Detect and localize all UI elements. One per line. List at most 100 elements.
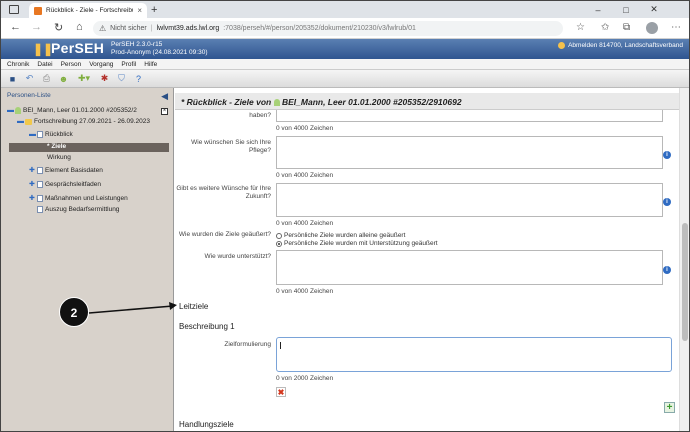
menu-chronik[interactable]: Chronik <box>7 61 29 68</box>
more-icon[interactable]: ⋯ <box>671 22 681 33</box>
profile-icon[interactable] <box>646 22 658 34</box>
radio-unterstuetzung[interactable]: Persönliche Ziele wurden mit Unterstützu… <box>276 240 438 247</box>
tree-rueckblick[interactable]: ▬ Rückblick <box>29 131 73 138</box>
document-icon <box>37 180 43 188</box>
back-icon[interactable]: ← <box>10 21 21 33</box>
tools-icon[interactable]: ✱ <box>99 73 110 84</box>
new-tab-button[interactable]: + <box>151 4 157 16</box>
tree-fortschreibung[interactable]: ▬ Fortschreibung 27.09.2021 - 26.09.2023 <box>17 118 150 125</box>
collapse-icon[interactable]: ▬ <box>29 131 36 138</box>
scrollbar-thumb[interactable] <box>682 223 688 341</box>
close-person-icon[interactable]: × <box>161 108 168 115</box>
tree-massnahmen[interactable]: ✚ Maßnahmen und Leistungen <box>29 194 128 202</box>
add-dropdown-icon[interactable]: ✚▾ <box>75 73 93 84</box>
collections-icon[interactable]: ⧉ <box>623 22 630 33</box>
save-icon[interactable]: ■ <box>7 73 18 84</box>
star-icon[interactable]: ☆ <box>576 22 585 33</box>
version-line1: PerSEH 2.3.0-r15 <box>111 41 163 48</box>
add-icon[interactable]: + <box>664 402 675 413</box>
filter-icon[interactable]: ⛉ <box>116 73 127 84</box>
warning-icon: ⚠ <box>99 24 107 33</box>
radio-label: Persönliche Ziele wurden mit Unterstützu… <box>284 240 438 247</box>
annotation-badge: 2 <box>59 297 89 327</box>
reload-icon[interactable]: ↻ <box>54 21 63 34</box>
sidebar: Personen-Liste ◀ ▬ BEI_Mann, Leer 01.01.… <box>1 88 174 431</box>
scrollbar[interactable] <box>679 88 689 431</box>
logout-text: Abmelden 814700, Landschaftsverband <box>568 42 683 49</box>
minimize-button[interactable]: – <box>585 1 611 18</box>
version-info: PerSEH 2.3.0-r15 Prod-Anonym (24.08.2021… <box>111 41 207 57</box>
menu-hilfe[interactable]: Hilfe <box>144 61 157 68</box>
expand-icon[interactable]: ✚ <box>29 194 35 202</box>
collapse-icon[interactable]: ▬ <box>7 107 14 114</box>
tab-actions-icon[interactable] <box>9 5 19 14</box>
textarea-pflege[interactable] <box>276 136 663 169</box>
char-counter: 0 von 4000 Zeichen <box>276 288 334 295</box>
tree-label: Maßnahmen und Leistungen <box>45 194 128 202</box>
tree-wirkung[interactable]: Wirkung <box>47 154 71 161</box>
logout-link[interactable]: Abmelden 814700, Landschaftsverband <box>558 42 683 49</box>
close-button[interactable]: ✕ <box>641 1 667 18</box>
maximize-button[interactable]: □ <box>613 1 639 18</box>
info-icon[interactable]: i <box>663 266 671 274</box>
char-counter: 0 von 4000 Zeichen <box>276 220 334 227</box>
radio-dot-selected[interactable] <box>276 240 282 247</box>
address-bar-row: ← → ↻ ⌂ ⚠ Nicht sicher | lwlvmt39.ads.lw… <box>1 18 689 39</box>
tree-ziele[interactable]: * Ziele <box>47 143 66 150</box>
radio-label: Persönliche Ziele wurden alleine geäußer… <box>284 232 406 239</box>
sidebar-header: Personen-Liste ◀ <box>1 91 173 102</box>
menu-datei[interactable]: Datei <box>37 61 52 68</box>
person-icon <box>273 99 280 106</box>
home-icon[interactable]: ⌂ <box>76 21 83 33</box>
url-path: :7038/perseh/#/person/205352/dokument/21… <box>223 25 416 32</box>
help-icon[interactable]: ? <box>133 73 144 84</box>
person-icon[interactable]: ☻ <box>58 73 69 84</box>
beschreibung-heading: Beschreibung 1 <box>179 322 235 331</box>
selected-row-highlight <box>9 143 169 152</box>
favorites-icon[interactable]: ✩ <box>601 22 609 33</box>
menu-person[interactable]: Person <box>61 61 82 68</box>
tab-close-icon[interactable]: × <box>137 6 142 15</box>
undo-icon[interactable]: ↶ <box>24 73 35 84</box>
tree-person[interactable]: ▬ BEI_Mann, Leer 01.01.2000 #205352/2 <box>7 107 137 114</box>
version-line2: Prod-Anonym (24.08.2021 09:30) <box>111 49 208 56</box>
tree-gespraechsleitfaden[interactable]: ✚ Gesprächsleitfaden <box>29 180 101 188</box>
page-title-person: BEI_Mann, Leer 01.01.2000 #205352/291069… <box>281 97 462 107</box>
collapse-icon[interactable]: ▬ <box>17 118 24 125</box>
field-label: haben? <box>249 112 271 119</box>
textarea-unterstuetzt[interactable] <box>276 250 663 285</box>
url-host: lwlvmt39.ads.lwl.org <box>156 25 220 32</box>
tree-label: Wirkung <box>47 154 71 161</box>
folder-icon <box>25 118 32 125</box>
expand-icon[interactable]: ✚ <box>29 180 35 188</box>
menu-vorgang[interactable]: Vorgang <box>89 61 113 68</box>
favicon-icon <box>34 6 42 15</box>
forward-icon[interactable]: → <box>31 21 42 33</box>
field-label: Zielformulierung <box>224 341 271 348</box>
document-icon <box>37 194 43 202</box>
field-label: Gibt es weitere Wünsche für Ihre Zukunft… <box>176 185 271 200</box>
print-icon[interactable]: ⎙ <box>41 73 52 84</box>
collapse-icon[interactable]: ◀ <box>161 91 168 102</box>
delete-icon[interactable]: ✖ <box>276 387 286 397</box>
info-icon[interactable]: i <box>663 151 671 159</box>
field-label: Wie wurde unterstützt? <box>204 253 271 260</box>
radio-dot[interactable] <box>276 232 282 239</box>
info-icon[interactable]: i <box>663 198 671 206</box>
radio-alleine[interactable]: Persönliche Ziele wurden alleine geäußer… <box>276 232 405 239</box>
app-logo: PerSEH <box>51 40 105 56</box>
textarea-field-0[interactable] <box>276 110 663 122</box>
expand-icon[interactable]: ✚ <box>29 166 35 174</box>
url-input[interactable]: ⚠ Nicht sicher | lwlvmt39.ads.lwl.org:70… <box>93 21 563 36</box>
browser-tab-bar: Rückblick - Ziele - Fortschreibung × + –… <box>1 1 689 18</box>
tree-bedarfsermittlung[interactable]: Auszug Bedarfsermittlung <box>37 206 119 213</box>
zielformulierung-input[interactable] <box>276 337 672 372</box>
toolbar: ■ ↶ ⎙ ☻ ✚▾ ✱ ⛉ ? <box>1 70 689 88</box>
browser-tab[interactable]: Rückblick - Ziele - Fortschreibung × <box>29 3 147 18</box>
section-handlungsziele: Handlungsziele <box>179 420 234 429</box>
menu-profil[interactable]: Profil <box>121 61 136 68</box>
page-title-text: * Rückblick - Ziele von <box>181 97 272 107</box>
main-content: * Rückblick - Ziele von BEI_Mann, Leer 0… <box>175 88 679 431</box>
textarea-wuensche[interactable] <box>276 183 663 217</box>
tree-element-basisdaten[interactable]: ✚ Element Basisdaten <box>29 166 103 174</box>
